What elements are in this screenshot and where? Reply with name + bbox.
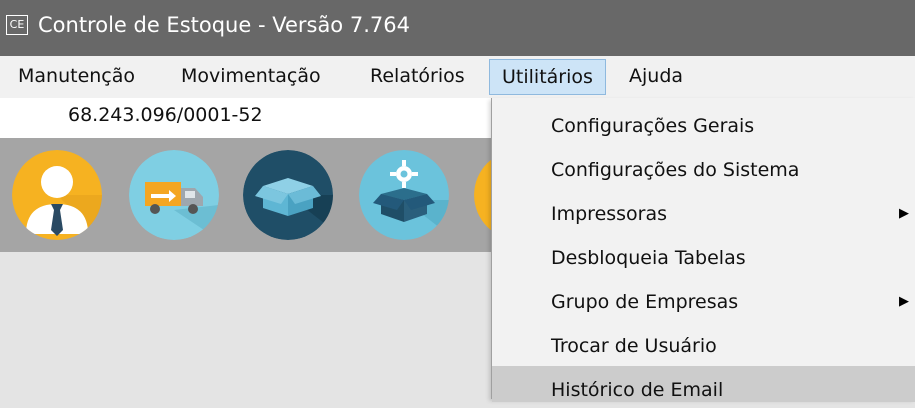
menu-item-trocar-usuario[interactable]: Trocar de Usuário — [492, 324, 915, 368]
menu-manutencao[interactable]: Manutenção — [18, 56, 135, 96]
menu-bar: Manutenção Movimentação Relatórios Utili… — [0, 56, 915, 98]
menu-item-label: Configurações do Sistema — [551, 159, 800, 181]
menu-item-label: Desbloqueia Tabelas — [551, 247, 746, 269]
menu-movimentacao[interactable]: Movimentação — [181, 56, 321, 96]
utilitarios-dropdown: Configurações Gerais Configurações do Si… — [491, 98, 915, 402]
menu-item-historico-email[interactable]: Histórico de Email — [492, 366, 915, 402]
window-title: Controle de Estoque - Versão 7.764 — [38, 13, 410, 37]
menu-item-configuracoes-gerais[interactable]: Configurações Gerais — [492, 104, 915, 148]
menu-item-label: Histórico de Email — [551, 379, 724, 401]
toolbar — [0, 138, 500, 252]
menu-item-configuracoes-sistema[interactable]: Configurações do Sistema — [492, 148, 915, 192]
menu-ajuda[interactable]: Ajuda — [629, 56, 683, 96]
company-bar: 68.243.096/0001-52 — [0, 98, 500, 138]
delivery-truck-icon[interactable] — [129, 150, 219, 240]
submenu-arrow-icon: ▶ — [899, 206, 909, 221]
menu-item-label: Configurações Gerais — [551, 115, 755, 137]
submenu-arrow-icon: ▶ — [899, 294, 909, 309]
app-icon: CE — [6, 15, 28, 35]
company-cnpj: 68.243.096/0001-52 — [68, 104, 263, 126]
menu-item-desbloqueia-tabelas[interactable]: Desbloqueia Tabelas — [492, 236, 915, 280]
menu-item-impressoras[interactable]: Impressoras ▶ — [492, 192, 915, 236]
menu-utilitarios[interactable]: Utilitários — [489, 59, 606, 95]
menu-item-label: Trocar de Usuário — [551, 335, 717, 357]
title-bar: CE Controle de Estoque - Versão 7.764 — [0, 0, 915, 56]
box-icon[interactable] — [243, 150, 333, 240]
menu-relatorios[interactable]: Relatórios — [370, 56, 465, 96]
box-settings-icon[interactable] — [359, 150, 449, 240]
menu-item-label: Grupo de Empresas — [551, 291, 739, 313]
menu-item-label: Impressoras — [551, 203, 668, 225]
menu-item-grupo-empresas[interactable]: Grupo de Empresas ▶ — [492, 280, 915, 324]
user-icon[interactable] — [12, 150, 102, 240]
